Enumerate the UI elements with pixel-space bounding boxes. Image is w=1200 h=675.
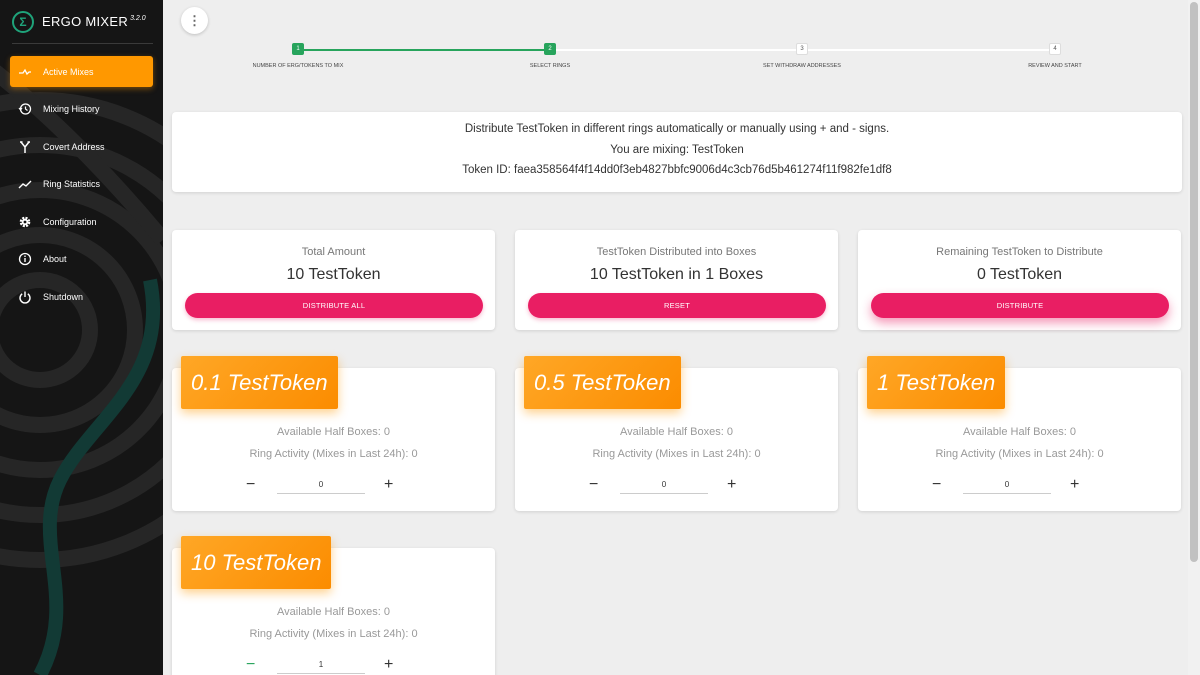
sidebar-item-about[interactable]: About xyxy=(10,244,153,275)
power-icon xyxy=(18,290,32,304)
increase-button[interactable]: + xyxy=(384,656,393,674)
increase-button[interactable]: + xyxy=(1070,476,1079,494)
step-3: 3 SET WITHDRAW ADDRESSES xyxy=(742,43,862,69)
quantity-input[interactable] xyxy=(620,476,708,494)
ring-quantity-stepper: − + xyxy=(515,476,838,496)
stat-value: 10 TestToken in 1 Boxes xyxy=(589,266,764,283)
covert-icon xyxy=(18,140,32,154)
ring-quantity-stepper: − + xyxy=(172,656,495,675)
page-scrollbar[interactable] xyxy=(1188,0,1200,675)
available-half-boxes: Available Half Boxes: 0 xyxy=(620,426,733,438)
quantity-input[interactable] xyxy=(963,476,1051,494)
sidebar-item-mixing-history[interactable]: Mixing History xyxy=(10,94,153,125)
ring-activity: Ring Activity (Mixes in Last 24h): 0 xyxy=(935,448,1104,460)
remaining-card: Remaining TestToken to Distribute 0 Test… xyxy=(858,230,1181,330)
chart-line-icon xyxy=(18,177,32,191)
available-half-boxes: Available Half Boxes: 0 xyxy=(963,426,1076,438)
token-info-card: Distribute TestToken in different rings … xyxy=(172,112,1182,192)
step-2: 2 SELECT RINGS xyxy=(490,43,610,69)
ring-title: 0.1 TestToken xyxy=(181,356,338,409)
brand-version: 3.2.0 xyxy=(130,14,146,22)
distributed-card: TestToken Distributed into Boxes 10 Test… xyxy=(515,230,838,330)
stat-value: 10 TestToken xyxy=(286,266,381,283)
ring-card-0.1: 0.1 TestToken Available Half Boxes: 0 Ri… xyxy=(172,356,495,511)
mixing-token: You are mixing: TestToken xyxy=(610,143,744,156)
available-half-boxes: Available Half Boxes: 0 xyxy=(277,426,390,438)
sidebar-item-configuration[interactable]: Configuration xyxy=(10,206,153,237)
step-label: SET WITHDRAW ADDRESSES xyxy=(763,63,841,69)
ring-activity: Ring Activity (Mixes in Last 24h): 0 xyxy=(249,628,418,640)
decrease-button[interactable]: − xyxy=(589,476,598,494)
sidebar-item-label: Active Mixes xyxy=(43,66,94,77)
step-label: REVIEW AND START xyxy=(1028,63,1082,69)
sidebar-item-label: Covert Address xyxy=(43,141,105,152)
quantity-input[interactable] xyxy=(277,656,365,674)
step-number: 4 xyxy=(1049,43,1061,55)
decrease-button[interactable]: − xyxy=(246,656,255,674)
ring-card-10: 10 TestToken Available Half Boxes: 0 Rin… xyxy=(172,536,495,675)
sidebar-item-label: Shutdown xyxy=(43,291,84,302)
stat-label: TestToken Distributed into Boxes xyxy=(596,246,757,258)
step-number: 2 xyxy=(544,43,556,55)
more-options-button[interactable]: ⋮ xyxy=(181,7,208,34)
increase-button[interactable]: + xyxy=(727,476,736,494)
sidebar-item-label: Configuration xyxy=(43,216,97,227)
info-icon xyxy=(18,252,32,266)
sidebar-item-covert-address[interactable]: Covert Address xyxy=(10,131,153,162)
sidebar-item-label: Mixing History xyxy=(43,104,100,114)
increase-button[interactable]: + xyxy=(384,476,393,494)
step-number: 3 xyxy=(796,43,808,55)
sidebar-item-active-mixes[interactable]: Active Mixes xyxy=(10,56,153,87)
reset-button[interactable]: RESET xyxy=(528,293,826,318)
decrease-button[interactable]: − xyxy=(932,476,941,494)
gear-icon xyxy=(18,215,32,229)
ring-card-1: 1 TestToken Available Half Boxes: 0 Ring… xyxy=(858,356,1181,511)
step-label: NUMBER OF ERG/TOKENS TO MIX xyxy=(252,63,344,69)
brand: Σ ERGO MIXER 3.2.0 xyxy=(12,10,146,34)
sidebar: Σ ERGO MIXER 3.2.0 Active Mixes Mixing Hi… xyxy=(0,0,163,675)
active-mixes-icon xyxy=(18,65,32,79)
sidebar-item-ring-statistics[interactable]: Ring Statistics xyxy=(10,169,153,200)
ring-quantity-stepper: − + xyxy=(858,476,1181,496)
step-number: 1 xyxy=(292,43,304,55)
ergo-logo-icon: Σ xyxy=(12,11,34,33)
ring-title: 0.5 TestToken xyxy=(524,356,681,409)
sidebar-nav: Active Mixes Mixing History Covert Addre… xyxy=(10,56,153,319)
available-half-boxes: Available Half Boxes: 0 xyxy=(277,606,390,618)
brand-divider xyxy=(12,43,153,44)
step-label: SELECT RINGS xyxy=(529,63,571,69)
sidebar-item-label: About xyxy=(43,254,67,264)
ring-title: 1 TestToken xyxy=(867,356,1006,409)
step-1: 1 NUMBER OF ERG/TOKENS TO MIX xyxy=(238,43,358,69)
scrollbar-thumb[interactable] xyxy=(1190,2,1198,562)
quantity-input[interactable] xyxy=(277,476,365,494)
ring-quantity-stepper: − + xyxy=(172,476,495,496)
brand-name: ERGO MIXER xyxy=(42,14,129,29)
history-icon xyxy=(18,102,32,116)
distribute-instructions: Distribute TestToken in different rings … xyxy=(464,123,890,135)
ring-card-0.5: 0.5 TestToken Available Half Boxes: 0 Ri… xyxy=(515,356,838,511)
distribute-button[interactable]: DISTRIBUTE xyxy=(871,293,1169,318)
ring-activity: Ring Activity (Mixes in Last 24h): 0 xyxy=(249,448,418,460)
total-amount-card: Total Amount 10 TestToken DISTRIBUTE ALL xyxy=(172,230,495,330)
sidebar-item-shutdown[interactable]: Shutdown xyxy=(10,281,153,312)
stat-label: Total Amount xyxy=(301,246,366,258)
ring-title: 10 TestToken xyxy=(181,536,332,589)
token-id: Token ID: faea358564f4f14dd0f3eb4827bbfc… xyxy=(462,164,892,176)
stepper: 1 NUMBER OF ERG/TOKENS TO MIX 2 SELECT R… xyxy=(240,43,1120,73)
stat-label: Remaining TestToken to Distribute xyxy=(936,246,1103,258)
sidebar-item-label: Ring Statistics xyxy=(43,179,101,189)
distribute-all-button[interactable]: DISTRIBUTE ALL xyxy=(185,293,483,318)
decrease-button[interactable]: − xyxy=(246,476,255,494)
ring-activity: Ring Activity (Mixes in Last 24h): 0 xyxy=(592,448,761,460)
more-vert-icon: ⋮ xyxy=(188,12,201,28)
stat-value: 0 TestToken xyxy=(976,266,1063,283)
step-4: 4 REVIEW AND START xyxy=(995,43,1115,69)
